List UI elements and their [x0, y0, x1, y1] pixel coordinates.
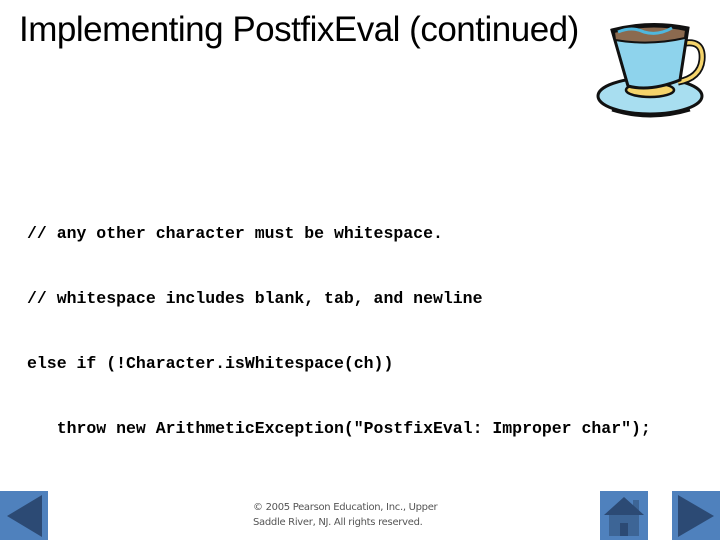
- copyright-line-1: © 2005 Pearson Education, Inc., Upper: [253, 502, 438, 513]
- copyright-footer: © 2005 Pearson Education, Inc., Upper Sa…: [253, 500, 463, 530]
- slide-title: Implementing PostfixEval (continued): [19, 10, 579, 49]
- code-line: else if (!Character.isWhitespace(ch)): [27, 353, 394, 373]
- code-line: // any other character must be whitespac…: [27, 224, 443, 244]
- left-triangle-icon: [7, 495, 42, 537]
- next-slide-button[interactable]: [672, 491, 720, 540]
- code-block: // any other character must be whitespac…: [27, 180, 651, 461]
- right-triangle-icon: [678, 495, 714, 537]
- home-icon: [604, 497, 644, 536]
- code-line: // whitespace includes blank, tab, and n…: [27, 288, 483, 308]
- previous-slide-button[interactable]: [0, 491, 48, 540]
- coffee-cup-icon: [596, 22, 706, 118]
- copyright-line-2: Saddle River, NJ. All rights reserved.: [253, 517, 423, 528]
- code-line: throw new ArithmeticException("PostfixEv…: [27, 418, 651, 438]
- home-button[interactable]: [600, 491, 648, 540]
